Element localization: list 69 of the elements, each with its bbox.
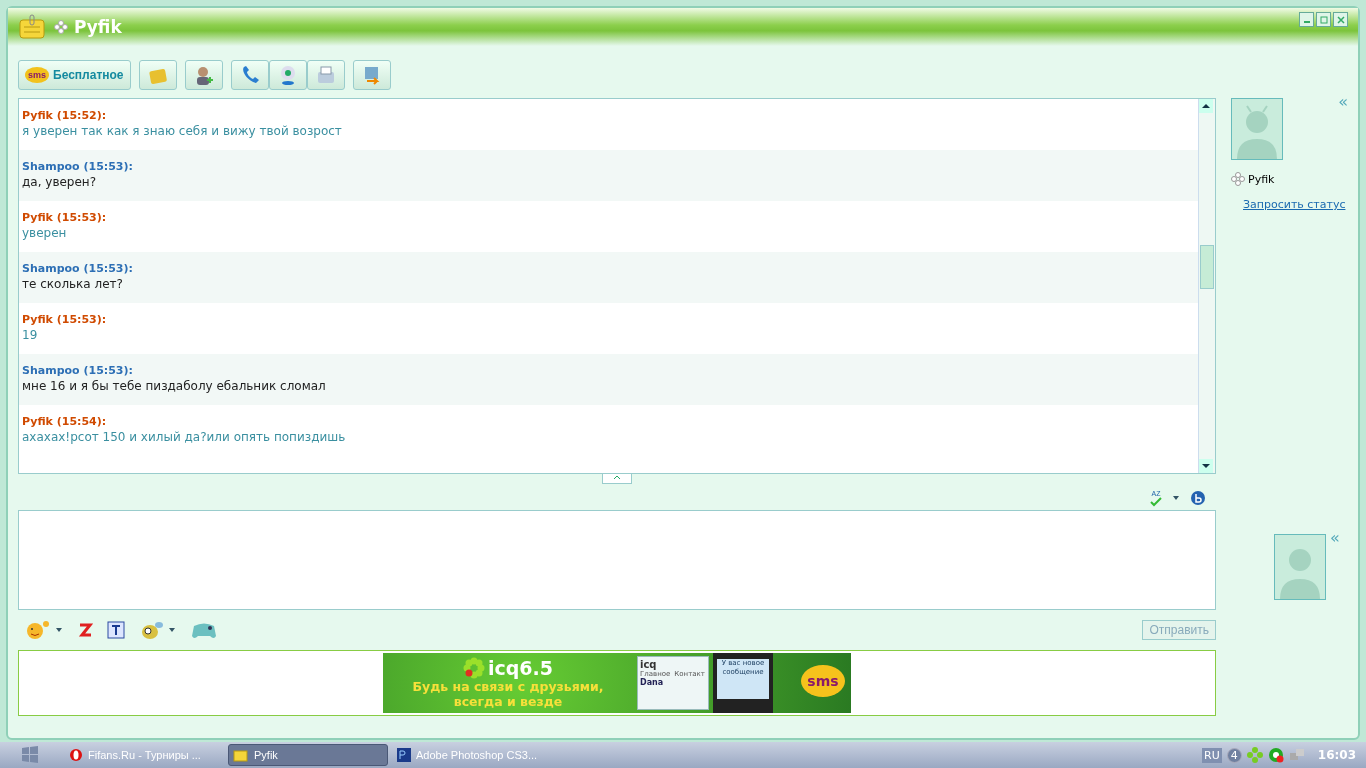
request-status-link[interactable]: Запросить статус <box>1243 198 1346 211</box>
message-header: Pyfik (15:52): <box>22 109 108 122</box>
message-header: Pyfik (15:53): <box>22 211 108 224</box>
target-icon[interactable] <box>1267 747 1284 763</box>
clock: 16:03 <box>1317 748 1356 762</box>
hidden-icons-count[interactable]: 4 <box>1226 747 1242 763</box>
message-text: 19 <box>22 328 39 342</box>
minimize-button[interactable] <box>1299 12 1314 27</box>
flower-icon <box>1231 172 1245 186</box>
caret-icon <box>55 627 63 633</box>
message-header: Shampoo (15:53): <box>22 160 134 173</box>
contact-name: Pyfik <box>1248 172 1275 186</box>
message-text: те сколька лет? <box>22 277 124 291</box>
phone-button[interactable] <box>230 60 269 90</box>
b-icon[interactable] <box>1190 490 1206 506</box>
message-input[interactable] <box>18 510 1216 610</box>
caret-icon <box>168 627 176 633</box>
buzz-button[interactable] <box>77 622 93 638</box>
message-text: мне 16 и я бы тебе пиздаболу ебальник сломал <box>22 379 327 393</box>
flower-icon <box>54 20 68 34</box>
collapse-toggle[interactable]: « <box>1330 528 1340 547</box>
ad-brand: icq6.5 <box>487 657 553 679</box>
scroll-up-icon[interactable] <box>1199 99 1213 113</box>
scroll-down-icon[interactable] <box>1199 459 1213 473</box>
message-text: ахахах!рсот 150 и хилый да?или опять попиздишь <box>22 430 347 444</box>
z-icon <box>77 622 93 638</box>
maximize-button[interactable] <box>1316 12 1331 27</box>
close-button[interactable] <box>1333 12 1348 27</box>
message-header: Shampoo (15:53): <box>22 364 134 377</box>
send-button[interactable]: Отправить <box>1142 620 1216 640</box>
my-avatar <box>1274 534 1326 600</box>
sms-logo: sms <box>25 67 49 83</box>
message-text: уверен <box>22 226 68 240</box>
flower-logo-icon <box>462 657 485 679</box>
windows-logo-icon <box>20 744 40 763</box>
bee-icon <box>139 619 165 641</box>
maximize-icon <box>1319 15 1328 24</box>
message-header: Pyfik (15:53): <box>22 313 108 326</box>
sms-bubble: sms <box>801 665 845 697</box>
webcam-button[interactable] <box>268 60 307 90</box>
mini-logo: icq <box>640 659 657 670</box>
sms-button[interactable]: sms Бесплатное <box>18 60 131 90</box>
ps-logo-icon <box>397 748 411 762</box>
message-text: да, уверен? <box>22 175 98 189</box>
ad-slogan: всегда и везде <box>453 694 563 709</box>
close-icon <box>1336 15 1345 24</box>
add-contact-button[interactable] <box>184 60 223 90</box>
mini-contact: Dana <box>640 678 665 687</box>
collapse-toggle[interactable]: « <box>1338 92 1348 111</box>
caret-icon[interactable] <box>1172 495 1180 501</box>
scroll-thumb[interactable] <box>1200 245 1214 289</box>
note-icon <box>233 748 249 762</box>
ad-slogan: Будь на связи с друзьями, <box>412 679 604 694</box>
language-indicator[interactable]: RU <box>1202 747 1222 763</box>
font-button[interactable] <box>107 621 125 639</box>
o-logo-icon <box>69 748 83 762</box>
contact-avatar <box>1231 98 1283 160</box>
note-icon <box>18 14 48 40</box>
taskbar-item[interactable]: Pyfik <box>228 744 388 766</box>
scrollbar[interactable] <box>1198 99 1215 473</box>
message-text: я уверен так как я знаю себя и вижу твой возрост <box>22 124 343 138</box>
message-header: Pyfik (15:54): <box>22 415 108 428</box>
t-icon <box>107 621 125 639</box>
collapse-handle[interactable] <box>602 474 632 484</box>
file-transfer-button[interactable] <box>352 60 391 90</box>
check-icon <box>1150 496 1162 507</box>
bee-button[interactable] <box>139 619 176 641</box>
window-title: Pyfik <box>74 17 122 37</box>
message-header: Shampoo (15:53): <box>22 262 134 275</box>
